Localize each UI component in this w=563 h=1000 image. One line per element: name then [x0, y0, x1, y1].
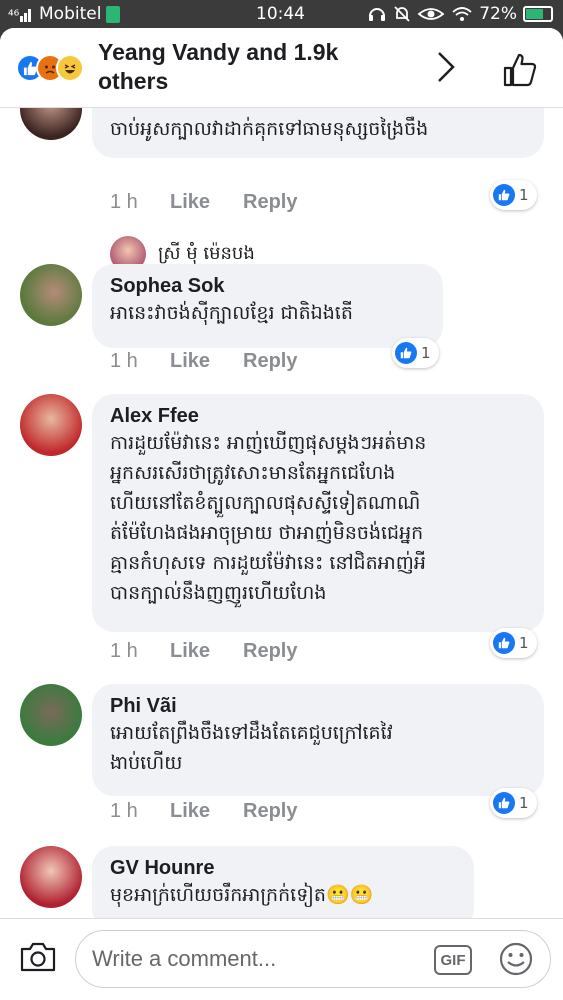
- avatar[interactable]: [20, 684, 82, 746]
- comment-time: 1 h: [110, 640, 138, 662]
- comment-author[interactable]: Phi Vãi: [110, 694, 526, 718]
- comment-text: មុខអាក្រ់ហើយចរឹកអាក្រក់ទៀត😬😬: [110, 884, 374, 906]
- like-link[interactable]: Like: [170, 191, 243, 214]
- avatar[interactable]: [20, 264, 82, 326]
- comment-text: អានេះវាចង់ស៊ីក្បាលខ្មែរ ជាតិឯងតើ: [110, 302, 353, 324]
- comment-text: ការដួយម៉ែវានេះ អាញ់ឃើញផុសម្ដងៗអត់មាន អ្ន…: [110, 432, 427, 604]
- like-badge-icon: [493, 632, 515, 654]
- reply-link[interactable]: Reply: [243, 800, 297, 823]
- like-link[interactable]: Like: [170, 640, 243, 663]
- haha-reaction-icon: [56, 54, 84, 82]
- carrier-name: Mobitel: [39, 4, 102, 24]
- reply-link[interactable]: Reply: [243, 640, 297, 663]
- comment-time: 1 h: [110, 800, 138, 822]
- comment-bubble[interactable]: Sophea Sok អានេះវាចង់ស៊ីក្បាលខ្មែរ ជាតិឯ…: [92, 264, 443, 348]
- camera-icon[interactable]: [20, 941, 56, 973]
- reaction-count: 1: [421, 344, 431, 362]
- emoji-icon[interactable]: [498, 941, 534, 977]
- comment-bubble[interactable]: Phi Vãi អោយតែព្រឹងចឹងទៅដឹងតែគេជួបក្រៅគេវ…: [92, 684, 544, 796]
- status-time: 10:44: [256, 4, 305, 24]
- reaction-badge[interactable]: 1: [392, 338, 439, 368]
- reactions-header: Yeang Vandy and 1.9k others: [0, 28, 563, 108]
- comment-author[interactable]: Alex Ffee: [110, 404, 526, 428]
- like-link[interactable]: Like: [170, 800, 243, 823]
- comment-input-placeholder: Write a comment...: [92, 946, 277, 971]
- avatar[interactable]: [20, 394, 82, 456]
- comments-sheet: Yeang Vandy and 1.9k others ចាប់អូសក្បាល…: [0, 28, 563, 1000]
- reaction-badge[interactable]: 1: [490, 788, 537, 818]
- battery-percent: 72%: [479, 4, 517, 24]
- reaction-badge[interactable]: 1: [490, 628, 537, 658]
- comment-author[interactable]: GV Hounre: [110, 856, 456, 880]
- reaction-count: 1: [519, 794, 529, 812]
- status-right: 72%: [367, 4, 553, 24]
- comment-composer: Write a comment... GIF: [0, 918, 563, 1000]
- sim-icon: [106, 5, 121, 23]
- comment-time: 1 h: [110, 191, 138, 213]
- wifi-icon: [452, 7, 472, 21]
- headset-icon: [369, 8, 386, 21]
- comment-text: អោយតែព្រឹងចឹងទៅដឹងតែគេជួបក្រៅគេវៃ ងាប់ហើ…: [110, 722, 393, 774]
- comment-text: ចាប់អូសក្បាលវាដាក់គុកទៅធាមនុស្សចង្រៃចឹង: [110, 118, 429, 140]
- battery-fill: [526, 9, 544, 19]
- app-root: ⁴⁶ Mobitel 10:44 72% Yeang Vandy and 1.9…: [0, 0, 563, 1000]
- comment-input[interactable]: Write a comment... GIF: [75, 930, 551, 988]
- like-badge-icon: [493, 792, 515, 814]
- comment-actions: 1 h Like Reply: [110, 191, 297, 214]
- like-badge-icon: [395, 342, 417, 364]
- status-bar: ⁴⁶ Mobitel 10:44 72%: [0, 0, 563, 28]
- reply-link[interactable]: Reply: [243, 191, 297, 214]
- like-link[interactable]: Like: [170, 350, 243, 373]
- like-badge-icon: [493, 184, 515, 206]
- reaction-icons[interactable]: [16, 54, 96, 84]
- reaction-count: 1: [519, 634, 529, 652]
- mute-bell-icon: [394, 6, 410, 22]
- chevron-right-icon[interactable]: [434, 50, 458, 84]
- comment-author[interactable]: Sophea Sok: [110, 274, 425, 298]
- like-post-icon[interactable]: [502, 52, 538, 88]
- svg-text:⁴⁶: ⁴⁶: [8, 8, 20, 22]
- comment-time: 1 h: [110, 350, 138, 372]
- reply-link[interactable]: Reply: [243, 350, 297, 373]
- comment-actions: 1 h Like Reply: [110, 640, 297, 663]
- reactors-title[interactable]: Yeang Vandy and 1.9k others: [98, 38, 398, 96]
- signal-icon: ⁴⁶: [8, 8, 31, 22]
- reaction-badge[interactable]: 1: [490, 180, 537, 210]
- comment-actions: 1 h Like Reply: [110, 350, 297, 373]
- avatar[interactable]: [20, 846, 82, 908]
- comment-actions: 1 h Like Reply: [110, 800, 297, 823]
- gif-button[interactable]: GIF: [434, 945, 472, 975]
- comment-bubble[interactable]: Alex Ffee ការដួយម៉ែវានេះ អាញ់ឃើញផុសម្ដងៗ…: [92, 394, 544, 632]
- battery-icon: [523, 6, 553, 22]
- status-left: ⁴⁶ Mobitel: [8, 4, 121, 24]
- eye-icon: [417, 8, 445, 20]
- reaction-count: 1: [519, 186, 529, 204]
